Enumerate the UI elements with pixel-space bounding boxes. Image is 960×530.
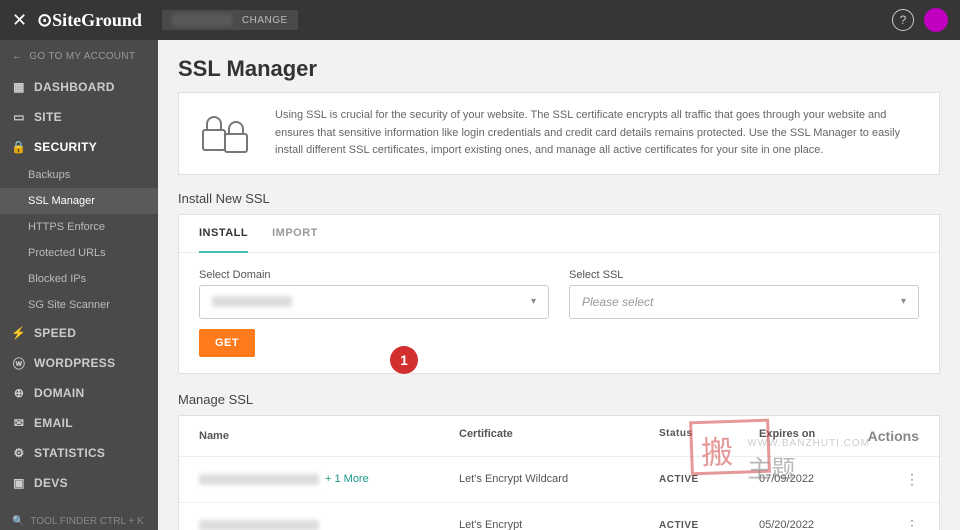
site-icon: ▭	[12, 110, 26, 124]
col-actions: Actions	[859, 428, 919, 444]
sub-ssl-manager[interactable]: SSL Manager	[0, 188, 158, 214]
site-switcher[interactable]: CHANGE	[162, 10, 298, 30]
nav-site[interactable]: ▭SITE	[0, 102, 158, 132]
domain-name	[199, 474, 319, 485]
manage-section-title: Manage SSL	[178, 392, 940, 407]
nav-security[interactable]: 🔒SECURITY	[0, 132, 158, 162]
sub-https-enforce[interactable]: HTTPS Enforce	[0, 214, 158, 240]
nav-email[interactable]: ✉EMAIL	[0, 408, 158, 438]
top-bar: ✕ ⊙SiteGround CHANGE ?	[0, 0, 960, 40]
table-row: Let's Encrypt ACTIVE 05/20/2022 ⋮	[179, 503, 939, 530]
tab-import[interactable]: IMPORT	[272, 215, 318, 252]
table-header: Name Certificate Status Expires on Actio…	[179, 416, 939, 457]
speed-icon: ⚡	[12, 326, 26, 340]
lock-icon: 🔒	[12, 140, 26, 154]
search-icon: 🔍	[12, 516, 24, 527]
user-avatar[interactable]	[924, 8, 948, 32]
email-icon: ✉	[12, 416, 26, 430]
col-expires: Expires on	[759, 428, 859, 444]
nav-speed[interactable]: ⚡SPEED	[0, 318, 158, 348]
chevron-down-icon: ▾	[531, 296, 536, 307]
devs-icon: ▣	[12, 476, 26, 490]
tab-install[interactable]: INSTALL	[199, 215, 248, 253]
stats-icon: ⚙	[12, 446, 26, 460]
wordpress-icon: ⓦ	[12, 356, 26, 370]
cert-value: Let's Encrypt	[459, 519, 659, 530]
page-title: SSL Manager	[178, 56, 940, 82]
install-card: INSTALL IMPORT Select Domain ▾ Select SS…	[178, 214, 940, 374]
close-icon[interactable]: ✕	[12, 10, 27, 31]
globe-icon: ⊕	[12, 386, 26, 400]
select-domain-label: Select Domain	[199, 269, 549, 281]
select-domain-dropdown[interactable]: ▾	[199, 285, 549, 319]
step-badge-1: 1	[390, 346, 418, 374]
brand-logo: ⊙SiteGround	[37, 10, 142, 31]
row-actions-menu[interactable]: ⋮	[859, 471, 919, 488]
intro-text: Using SSL is crucial for the security of…	[275, 107, 919, 160]
col-name: Name	[199, 428, 459, 444]
sub-site-scanner[interactable]: SG Site Scanner	[0, 292, 158, 318]
change-site-button[interactable]: CHANGE	[242, 15, 288, 26]
dashboard-icon: ▦	[12, 80, 26, 94]
table-row: + 1 More Let's Encrypt Wildcard ACTIVE 0…	[179, 457, 939, 503]
domain-name	[199, 520, 319, 530]
select-ssl-label: Select SSL	[569, 269, 919, 281]
main-content: SSL Manager Using SSL is crucial for the…	[158, 40, 960, 530]
status-badge: ACTIVE	[659, 520, 759, 530]
col-certificate: Certificate	[459, 428, 659, 444]
install-section-title: Install New SSL	[178, 191, 940, 206]
status-badge: ACTIVE	[659, 474, 759, 485]
manage-card: Name Certificate Status Expires on Actio…	[178, 415, 940, 530]
tool-finder[interactable]: 🔍TOOL FINDER CTRL + K	[0, 506, 158, 530]
help-icon[interactable]: ?	[892, 9, 914, 31]
nav-domain[interactable]: ⊕DOMAIN	[0, 378, 158, 408]
col-status: Status	[659, 428, 759, 444]
get-button[interactable]: GET	[199, 329, 255, 357]
select-ssl-placeholder: Please select	[582, 295, 653, 309]
cert-value: Let's Encrypt Wildcard	[459, 473, 659, 485]
sub-backups[interactable]: Backups	[0, 162, 158, 188]
nav-statistics[interactable]: ⚙STATISTICS	[0, 438, 158, 468]
row-actions-menu[interactable]: ⋮	[859, 517, 919, 530]
chevron-down-icon: ▾	[901, 296, 906, 307]
expires-value: 07/09/2022	[759, 473, 859, 485]
intro-card: Using SSL is crucial for the security of…	[178, 92, 940, 175]
sub-protected-urls[interactable]: Protected URLs	[0, 240, 158, 266]
selected-domain-value	[212, 296, 292, 307]
go-to-account-link[interactable]: GO TO MY ACCOUNT	[0, 40, 158, 72]
nav-dashboard[interactable]: ▦DASHBOARD	[0, 72, 158, 102]
current-site-name	[172, 14, 232, 26]
select-ssl-dropdown[interactable]: Please select ▾	[569, 285, 919, 319]
expires-value: 05/20/2022	[759, 519, 859, 530]
install-tabs: INSTALL IMPORT	[179, 215, 939, 253]
sidebar: GO TO MY ACCOUNT ▦DASHBOARD ▭SITE 🔒SECUR…	[0, 40, 158, 530]
padlocks-icon	[199, 110, 255, 156]
more-link[interactable]: + 1 More	[325, 473, 369, 485]
nav-wordpress[interactable]: ⓦWORDPRESS	[0, 348, 158, 378]
nav-devs[interactable]: ▣DEVS	[0, 468, 158, 498]
sub-blocked-ips[interactable]: Blocked IPs	[0, 266, 158, 292]
